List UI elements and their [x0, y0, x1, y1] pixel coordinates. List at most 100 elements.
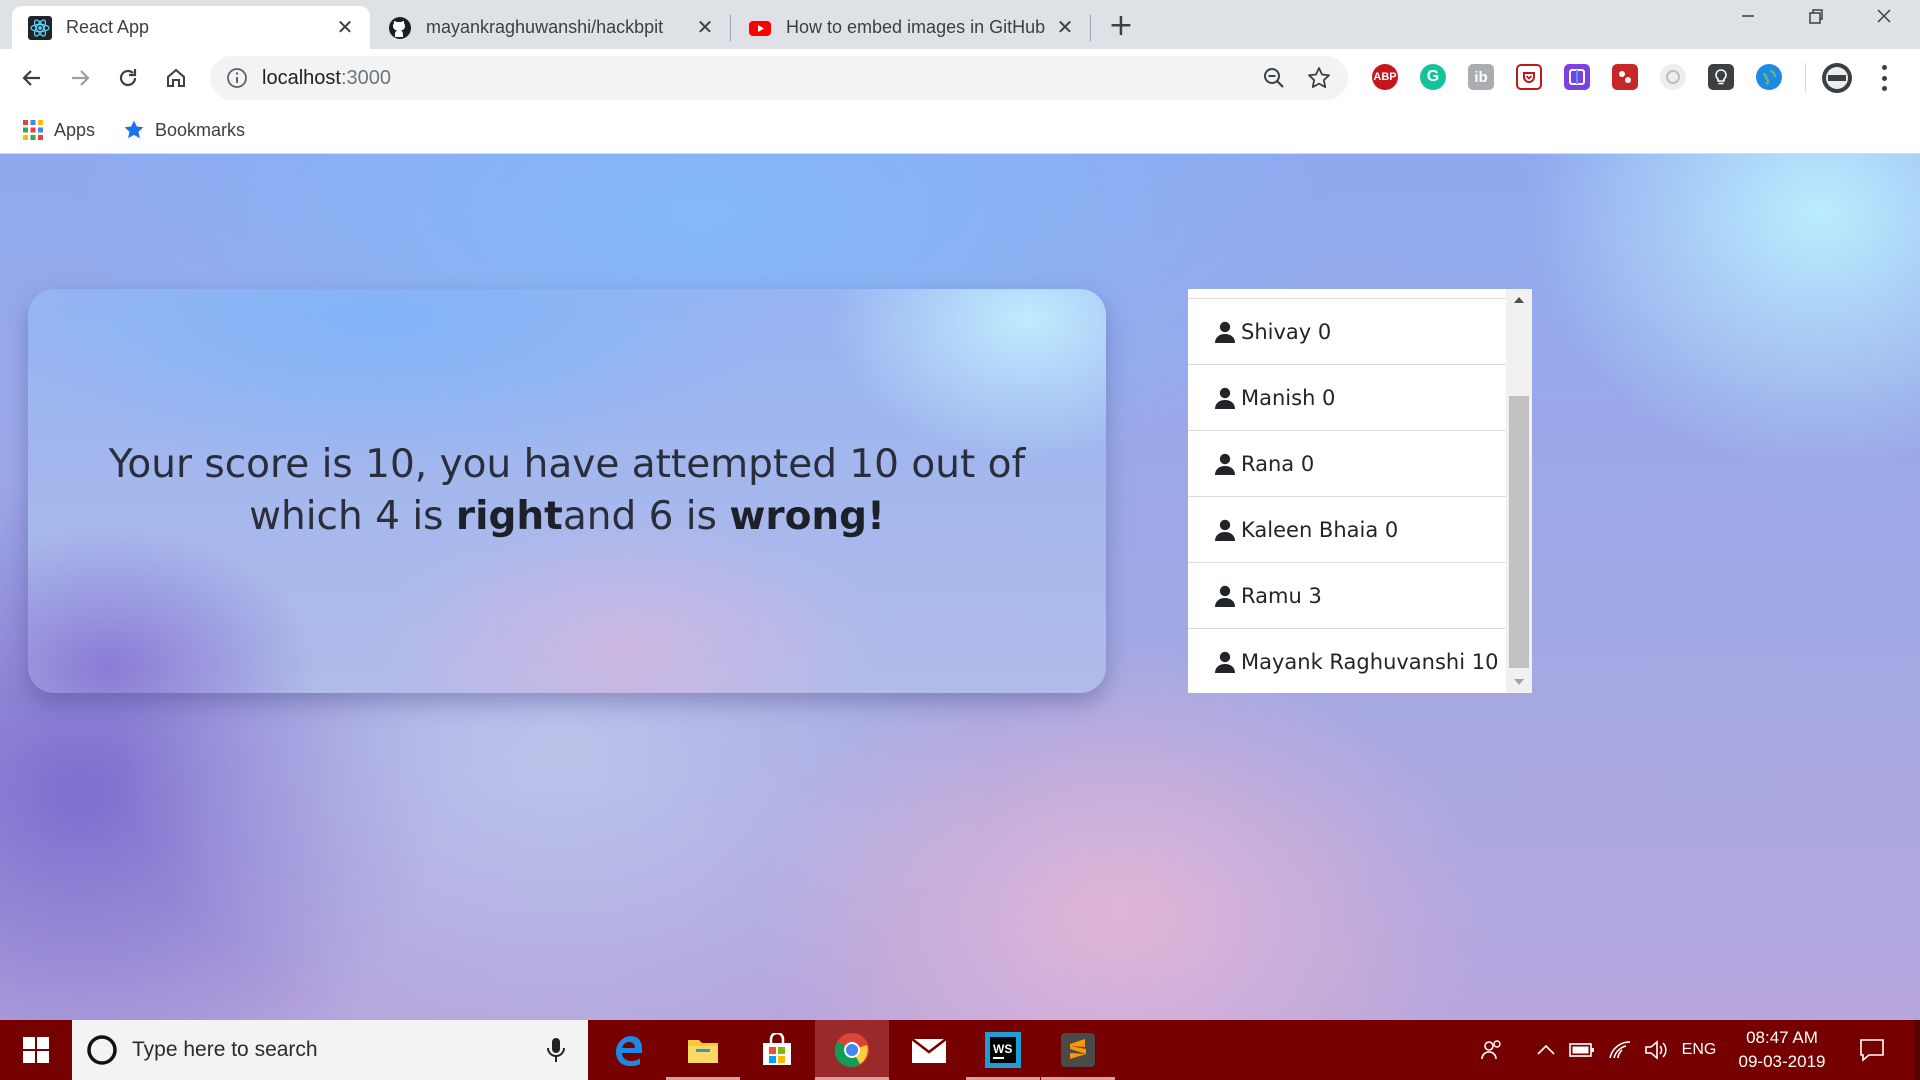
- tab-github[interactable]: mayankraghuwanshi/hackbpit ✕: [372, 6, 730, 49]
- tab-title: How to embed images in GitHub: [786, 17, 1046, 37]
- tab-react-app[interactable]: React App ✕: [12, 6, 370, 49]
- menu-kebab-icon[interactable]: [1872, 65, 1896, 91]
- list-item: Kaleen Bhaia 0: [1188, 496, 1506, 562]
- webstorm-icon: WS: [985, 1032, 1021, 1068]
- clock-date: 09-03-2019: [1738, 1052, 1826, 1071]
- leaderboard-scrollbar[interactable]: [1506, 289, 1532, 693]
- extension-icon[interactable]: [1612, 64, 1638, 90]
- tab-youtube[interactable]: How to embed images in GitHub ✕: [732, 6, 1090, 49]
- webstorm-taskbar-icon[interactable]: WS: [966, 1020, 1040, 1080]
- microphone-icon[interactable]: [544, 1036, 568, 1064]
- browser-toolbar: localhost:3000 ABP G ib: [0, 49, 1920, 107]
- folder-icon: [688, 1040, 718, 1063]
- toolbar-divider: [1805, 63, 1806, 93]
- tab-strip: React App ✕ mayankraghuwanshi/hackbpit ✕…: [0, 0, 1920, 49]
- globe-extension-icon[interactable]: [1756, 64, 1782, 90]
- show-desktop-button[interactable]: [1914, 1020, 1920, 1080]
- taskbar-search[interactable]: Type here to search: [72, 1020, 588, 1080]
- ib-icon[interactable]: ib: [1468, 64, 1494, 90]
- score-line-2-pre: which 4 is: [249, 494, 456, 539]
- tab-title: mayankraghuwanshi/hackbpit: [426, 17, 664, 37]
- close-icon[interactable]: ✕: [694, 17, 716, 39]
- extension-icon[interactable]: [1564, 64, 1590, 90]
- reload-button[interactable]: [111, 61, 145, 95]
- bookmark-star-icon[interactable]: [1306, 65, 1332, 91]
- reload-icon: [119, 69, 137, 87]
- apps-grid-icon: [23, 120, 43, 140]
- leaderboard-entry-label: Ramu 3: [1241, 583, 1322, 608]
- store-taskbar-icon[interactable]: [740, 1020, 814, 1080]
- restore-button[interactable]: [1788, 6, 1844, 36]
- grammarly-icon[interactable]: G: [1420, 64, 1446, 90]
- scrollbar-thumb[interactable]: [1509, 396, 1529, 668]
- list-item: Shivay 0: [1188, 298, 1506, 364]
- leaderboard-entry-label: Manish 0: [1241, 385, 1336, 410]
- adblock-label: ABP: [1373, 71, 1397, 83]
- list-item: Ramu 3: [1188, 562, 1506, 628]
- ib-label: ib: [1474, 68, 1488, 86]
- battery-icon[interactable]: [1566, 1020, 1598, 1080]
- windows-logo-icon: [23, 1037, 49, 1063]
- taskbar-clock[interactable]: 08:47 AM 09-03-2019: [1722, 1026, 1842, 1074]
- pocket-icon[interactable]: [1516, 64, 1542, 90]
- address-bar[interactable]: localhost:3000: [210, 56, 1348, 100]
- notification-icon[interactable]: [1852, 1020, 1892, 1080]
- back-arrow-icon: [22, 70, 40, 86]
- minimize-button[interactable]: [1720, 6, 1776, 36]
- leaderboard-entry-label: Mayank Raghuvanshi 10: [1241, 649, 1499, 674]
- zoom-out-icon[interactable]: [1262, 66, 1286, 90]
- profile-avatar[interactable]: [1822, 63, 1852, 93]
- forward-button[interactable]: [63, 61, 97, 95]
- back-button[interactable]: [15, 61, 49, 95]
- edge-taskbar-icon[interactable]: [592, 1020, 666, 1080]
- bookmark-folder[interactable]: Bookmarks: [123, 117, 245, 143]
- star-icon: [124, 120, 144, 139]
- bookmark-apps[interactable]: Apps: [22, 117, 95, 143]
- chrome-taskbar-icon[interactable]: [815, 1020, 889, 1080]
- webstorm-label: WS: [993, 1042, 1012, 1056]
- scroll-down-icon[interactable]: [1506, 671, 1532, 693]
- leaderboard-list[interactable]: Shivay 0 Manish 0 Rana 0 Kaleen Bhaia 0 …: [1188, 289, 1532, 693]
- bookmark-folder-label: Bookmarks: [155, 119, 246, 140]
- mail-taskbar-icon[interactable]: [892, 1020, 966, 1080]
- list-item: Rana 0: [1188, 430, 1506, 496]
- lightbulb-extension-icon[interactable]: [1708, 64, 1734, 90]
- chevron-up-icon[interactable]: [1532, 1020, 1560, 1080]
- mail-icon: [911, 1038, 947, 1063]
- score-message: Your score is 10, you have attempted 10 …: [87, 439, 1047, 543]
- sublime-taskbar-icon[interactable]: [1041, 1020, 1115, 1080]
- new-tab-button[interactable]: +: [1105, 11, 1137, 43]
- tab-title: React App: [66, 17, 150, 37]
- url-text: localhost:3000: [262, 56, 391, 100]
- extension-icon[interactable]: [1660, 64, 1686, 90]
- list-item: [1188, 289, 1506, 298]
- tab-divider: [730, 15, 731, 41]
- volume-icon[interactable]: [1640, 1020, 1672, 1080]
- score-line-2-mid: and 6 is: [562, 494, 730, 539]
- people-icon[interactable]: [1475, 1020, 1509, 1080]
- react-icon: [28, 15, 52, 40]
- scroll-up-icon[interactable]: [1506, 289, 1532, 311]
- file-explorer-taskbar-icon[interactable]: [666, 1020, 740, 1080]
- wifi-icon[interactable]: [1604, 1020, 1636, 1080]
- list-item: Mayank Raghuvanshi 10: [1188, 628, 1506, 693]
- info-icon[interactable]: [226, 67, 248, 89]
- url-port: :3000: [340, 67, 391, 89]
- close-icon[interactable]: ✕: [334, 17, 356, 39]
- user-icon: [1215, 387, 1235, 409]
- home-button[interactable]: [159, 61, 193, 95]
- github-icon: [388, 16, 412, 40]
- language-label: ENG: [1681, 1041, 1717, 1058]
- url-host: localhost: [262, 67, 341, 89]
- store-icon: [763, 1033, 791, 1065]
- language-indicator[interactable]: ENG: [1678, 1020, 1720, 1080]
- start-button[interactable]: [0, 1020, 72, 1080]
- chrome-icon: [834, 1033, 869, 1067]
- windows-taskbar: Type here to search WS ENG 08:47 AM 09-0…: [0, 1020, 1920, 1080]
- adblock-plus-icon[interactable]: ABP: [1372, 64, 1398, 90]
- close-icon[interactable]: ✕: [1054, 17, 1076, 39]
- tab-divider: [1090, 15, 1091, 41]
- forward-arrow-icon: [72, 70, 90, 86]
- close-window-button[interactable]: [1856, 6, 1912, 36]
- user-icon: [1215, 321, 1235, 343]
